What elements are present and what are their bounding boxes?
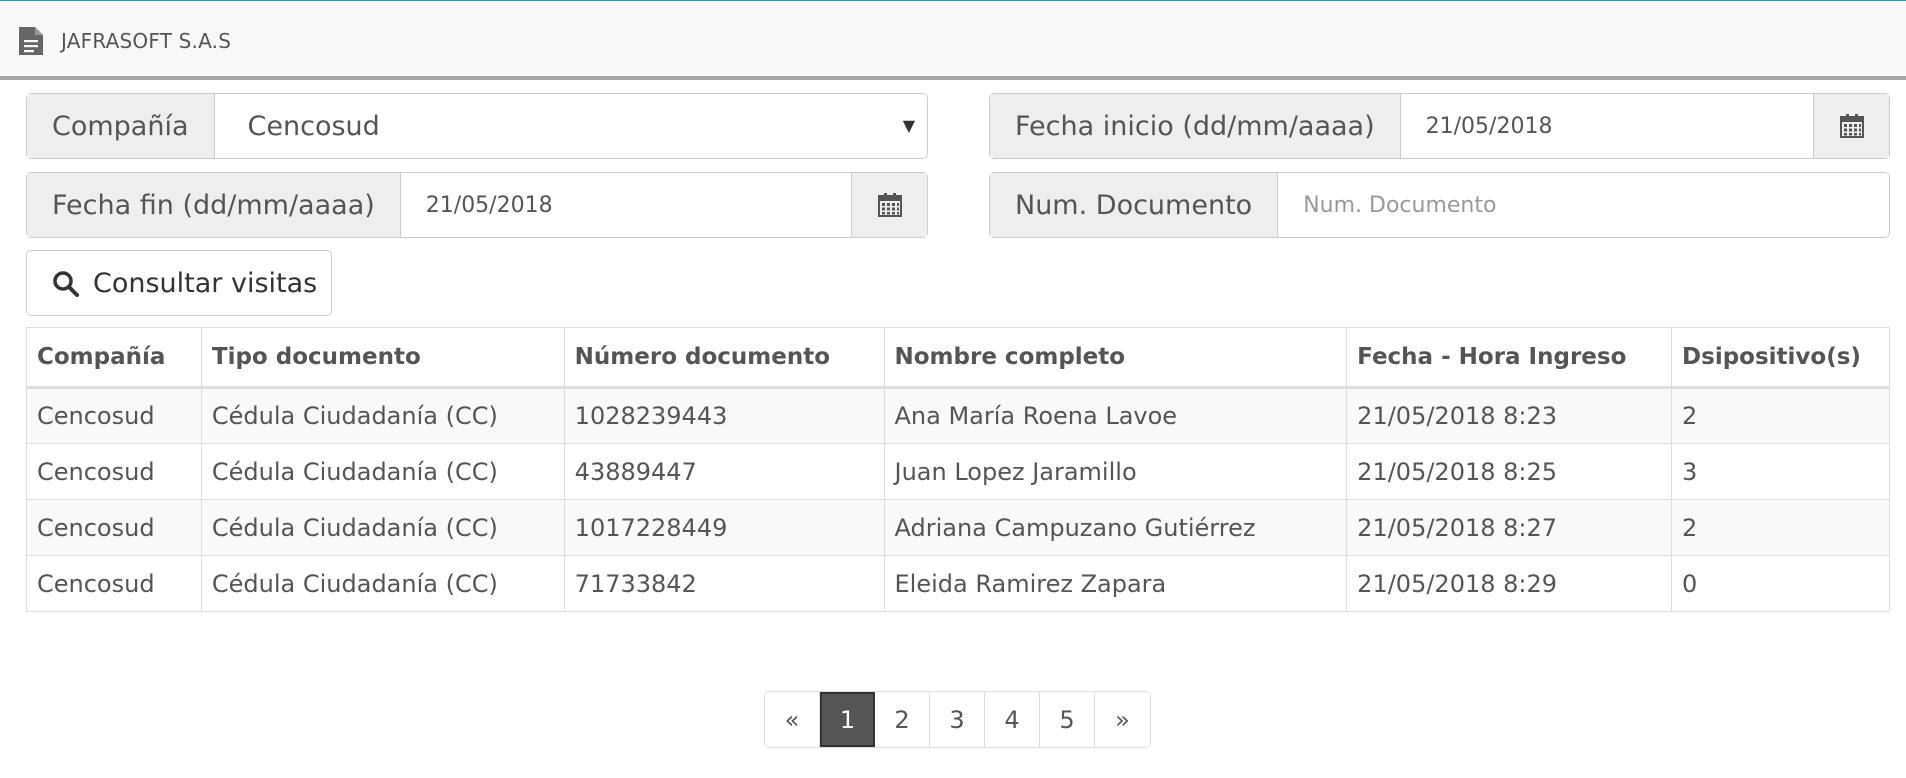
cell-devices: 2: [1671, 387, 1890, 444]
document-number-input[interactable]: [1278, 173, 1889, 237]
cell-document-number: 1017228449: [563, 499, 885, 556]
start-date-input[interactable]: [1400, 94, 1813, 158]
cell-devices: 0: [1671, 555, 1890, 612]
cell-document-type: Cédula Ciudadanía (CC): [200, 443, 565, 500]
cell-devices: 3: [1671, 443, 1890, 500]
cell-document-type: Cédula Ciudadanía (CC): [200, 499, 565, 556]
cell-company: Cencosud: [26, 499, 202, 556]
table-row[interactable]: Cencosud Cédula Ciudadanía (CC) 10172284…: [26, 499, 1890, 556]
calendar-icon: [877, 193, 902, 217]
company-label: Compañía: [27, 94, 215, 158]
start-date-calendar-button[interactable]: [1813, 94, 1889, 158]
column-header-full-name[interactable]: Nombre completo: [883, 327, 1348, 389]
cell-document-type: Cédula Ciudadanía (CC): [200, 555, 565, 612]
table-row[interactable]: Cencosud Cédula Ciudadanía (CC) 43889447…: [26, 443, 1890, 500]
pagination: « 1 2 3 4 5 »: [764, 691, 1151, 748]
pagination-page-1[interactable]: 1: [820, 692, 875, 747]
chevron-down-icon: ▼: [902, 116, 915, 135]
cell-document-number: 71733842: [563, 555, 885, 612]
pagination-page-4[interactable]: 4: [985, 692, 1040, 747]
cell-entry-datetime: 21/05/2018 8:29: [1346, 555, 1673, 612]
cell-company: Cencosud: [26, 443, 202, 500]
cell-full-name: Juan Lopez Jaramillo: [883, 443, 1348, 500]
company-select[interactable]: Cencosud ▼: [215, 94, 927, 158]
brand-name: JAFRASOFT S.A.S: [61, 29, 232, 53]
brand[interactable]: JAFRASOFT S.A.S: [18, 26, 231, 56]
end-date-input[interactable]: [400, 173, 851, 237]
search-visits-label: Consultar visitas: [93, 267, 318, 299]
cell-full-name: Eleida Ramirez Zapara: [883, 555, 1348, 612]
column-header-document-number[interactable]: Número documento: [563, 327, 885, 389]
table-row[interactable]: Cencosud Cédula Ciudadanía (CC) 10282394…: [26, 387, 1890, 444]
column-header-company[interactable]: Compañía: [26, 327, 202, 389]
end-date-calendar-button[interactable]: [851, 173, 927, 237]
table-row[interactable]: Cencosud Cédula Ciudadanía (CC) 71733842…: [26, 555, 1890, 612]
column-header-entry-datetime[interactable]: Fecha - Hora Ingreso: [1346, 327, 1673, 389]
visits-table: Compañía Tipo documento Número documento…: [26, 327, 1890, 612]
end-date-filter: Fecha fin (dd/mm/aaaa): [26, 172, 928, 238]
cell-full-name: Adriana Campuzano Gutiérrez: [883, 499, 1348, 556]
cell-full-name: Ana María Roena Lavoe: [883, 387, 1348, 444]
cell-entry-datetime: 21/05/2018 8:27: [1346, 499, 1673, 556]
pagination-next[interactable]: »: [1095, 692, 1150, 747]
navbar: JAFRASOFT S.A.S: [0, 0, 1906, 80]
end-date-label: Fecha fin (dd/mm/aaaa): [27, 173, 401, 237]
cell-company: Cencosud: [26, 555, 202, 612]
document-number-filter: Num. Documento: [989, 172, 1890, 238]
cell-document-type: Cédula Ciudadanía (CC): [200, 387, 565, 444]
document-icon: [19, 27, 43, 55]
calendar-icon: [1839, 114, 1864, 138]
company-selected-value: Cencosud: [247, 110, 380, 142]
table-header-row: Compañía Tipo documento Número documento…: [26, 327, 1890, 389]
pagination-page-3[interactable]: 3: [930, 692, 985, 747]
cell-entry-datetime: 21/05/2018 8:23: [1346, 387, 1673, 444]
search-icon: [53, 270, 79, 297]
column-header-devices[interactable]: Dsipositivo(s): [1671, 327, 1890, 389]
column-header-document-type[interactable]: Tipo documento: [200, 327, 565, 389]
cell-devices: 2: [1671, 499, 1890, 556]
cell-document-number: 43889447: [563, 443, 885, 500]
cell-company: Cencosud: [26, 387, 202, 444]
search-visits-button[interactable]: Consultar visitas: [26, 250, 332, 316]
pagination-page-2[interactable]: 2: [875, 692, 930, 747]
start-date-filter: Fecha inicio (dd/mm/aaaa): [989, 93, 1890, 159]
start-date-label: Fecha inicio (dd/mm/aaaa): [990, 94, 1401, 158]
cell-entry-datetime: 21/05/2018 8:25: [1346, 443, 1673, 500]
document-number-label: Num. Documento: [990, 173, 1279, 237]
cell-document-number: 1028239443: [563, 387, 885, 444]
pagination-page-5[interactable]: 5: [1040, 692, 1095, 747]
pagination-prev[interactable]: «: [765, 692, 820, 747]
company-filter: Compañía Cencosud ▼: [26, 93, 928, 159]
